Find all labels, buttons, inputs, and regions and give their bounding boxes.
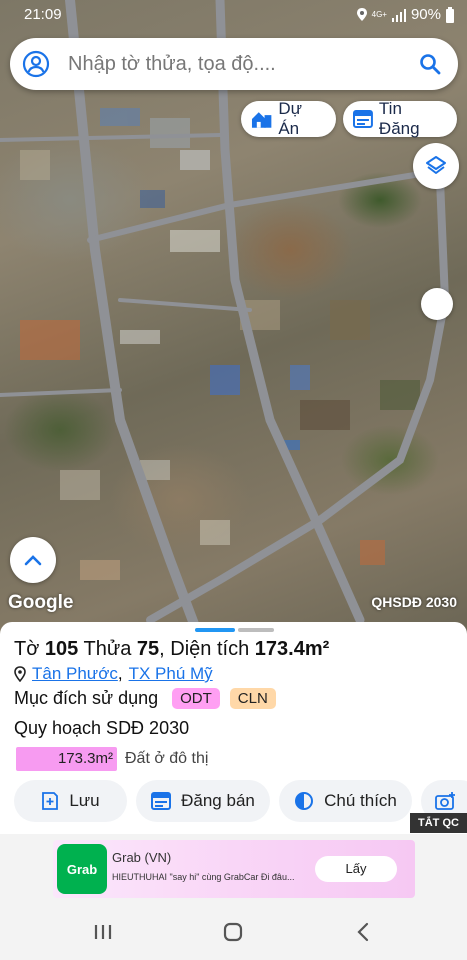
back-icon[interactable] [352,920,376,944]
parcel-location: Tân Phước, TX Phú Mỹ [14,664,213,684]
purpose-badge-odt[interactable]: ODT [172,688,220,709]
signal-icon [391,8,406,22]
tin-dang-button[interactable]: Tin Đăng [343,99,457,138]
search-icon[interactable] [418,52,442,76]
purpose-label: Mục đích sử dụng [14,688,159,708]
opacity-slider-handle[interactable] [421,288,453,320]
home-icon[interactable] [221,920,245,944]
expand-up-button[interactable] [10,537,56,583]
contrast-icon [295,792,314,810]
google-logo: Google [8,592,74,613]
plan-area-bar: 173.3m² [16,747,117,771]
layers-button[interactable] [413,143,459,189]
layers-icon [426,156,446,174]
ad-area: Grab Grab (VN) HIEUTHUHAI "say hi" cùng … [0,834,467,906]
sheet-handle-active[interactable] [195,628,235,632]
user-icon[interactable] [22,50,50,78]
battery-icon [446,6,454,23]
house-icon [251,112,272,128]
location-icon [356,8,367,21]
location-pin-icon [14,666,26,682]
network-type: 4G+ [371,10,387,19]
town-link[interactable]: TX Phú Mỹ [129,664,213,684]
grab-ad-banner[interactable]: Grab Grab (VN) HIEUTHUHAI "say hi" cùng … [53,840,415,898]
camera-icon [435,792,455,810]
parcel-sheet: Tờ 105 Thửa 75, Diện tích 173.4m² Tân Ph… [0,622,467,834]
plan-area-type: Đất ở đô thị [125,750,209,767]
ad-cta-button[interactable]: Lấy [315,856,397,882]
map-overlay-label: QHSDĐ 2030 [371,594,457,610]
system-nav-bar [0,906,467,960]
ad-subtitle: HIEUTHUHAI "say hi" cùng GrabCar Đi đâu.… [112,872,295,882]
grab-logo: Grab [57,844,107,894]
plan-area-row: 173.3m² Đất ở đô thị [16,747,208,771]
search-input[interactable]: Nhập tờ thửa, tọa độ.... [68,53,418,76]
search-bar[interactable]: Nhập tờ thửa, tọa độ.... [10,38,458,90]
recent-apps-icon[interactable] [91,920,115,944]
tin-dang-label: Tin Đăng [378,99,420,138]
close-ad-button[interactable]: TẮT QC [410,813,467,833]
bookmark-add-icon [42,792,59,810]
plan-heading: Quy hoạch SDĐ 2030 [14,718,190,738]
status-bar: 21:09 4G+ 90% [0,0,467,30]
post-listing-button[interactable]: Đăng bán [136,780,270,822]
map-imagery [0,0,450,640]
sheet-handle-inactive[interactable] [238,628,274,632]
listing-icon [151,792,172,810]
purpose-badge-cln[interactable]: CLN [229,688,276,709]
chevron-up-icon [24,555,42,566]
action-row: Lưu Đăng bán Chú thích [0,780,467,824]
save-button[interactable]: Lưu [14,780,127,822]
status-time: 21:09 [24,6,62,23]
du-an-button[interactable]: Dự Án [241,99,336,138]
battery-percent: 90% [410,6,441,23]
parcel-title: Tờ 105 Thửa 75, Diện tích 173.4m² [14,638,330,660]
ad-title: Grab (VN) [112,850,172,865]
legend-button[interactable]: Chú thích [279,780,412,822]
land-use-purpose: Mục đích sử dụng ODT CLN [14,688,276,709]
status-icons: 4G+ 90% [356,6,455,23]
ward-link[interactable]: Tân Phước [32,664,118,684]
listing-icon [353,110,373,128]
du-an-label: Dự Án [278,99,302,138]
satellite-map[interactable] [0,0,467,640]
